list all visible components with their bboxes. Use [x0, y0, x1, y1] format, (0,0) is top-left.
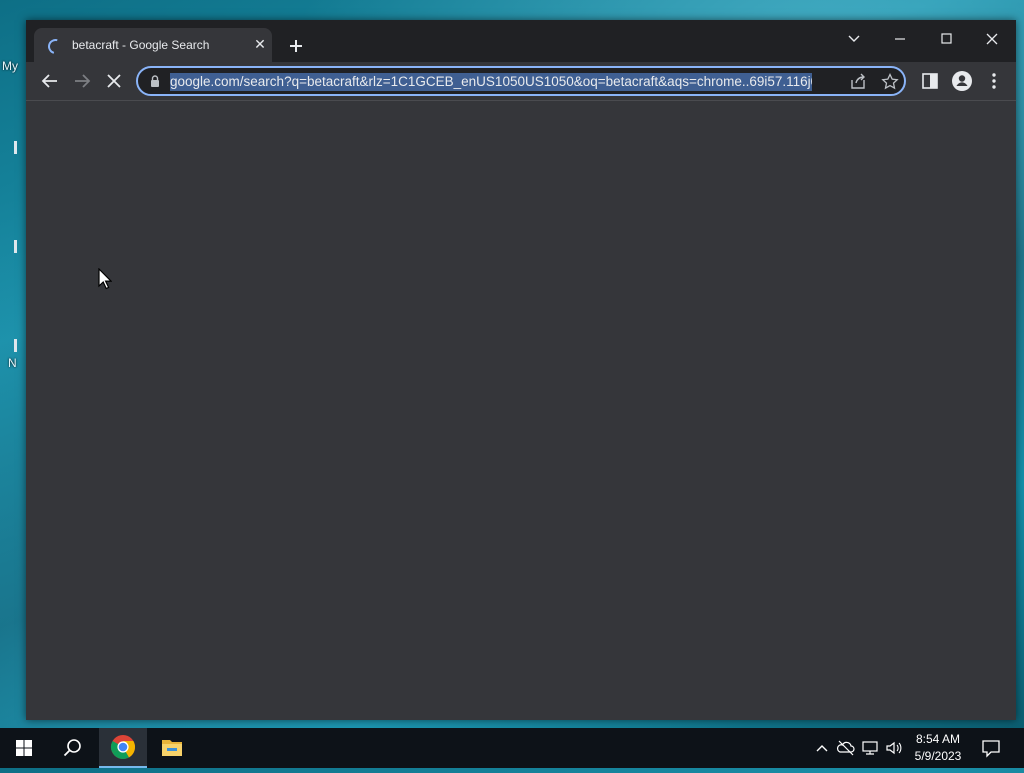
more-vertical-icon [992, 73, 996, 89]
close-icon [107, 74, 121, 88]
back-button[interactable] [38, 69, 62, 93]
search-icon [63, 739, 81, 757]
network-icon[interactable] [860, 738, 880, 758]
onedrive-offline-icon[interactable] [836, 738, 856, 758]
stop-loading-button[interactable] [102, 69, 126, 93]
desktop-icon-fragment [14, 339, 17, 352]
browser-toolbar: google.com/search?q=betacraft&rlz=1C1GCE… [26, 62, 1016, 100]
clock-date: 5/9/2023 [914, 749, 962, 763]
clock-time: 8:54 AM [915, 732, 961, 746]
chevron-up-icon[interactable] [812, 738, 832, 758]
tab-active[interactable]: betacraft - Google Search ✕ [34, 28, 272, 62]
arrow-right-icon [75, 74, 91, 88]
desktop-icon-label-fragment[interactable]: N [8, 356, 17, 370]
desktop-icon-fragment [14, 240, 17, 253]
close-tab-button[interactable]: ✕ [250, 34, 270, 54]
side-panel-button[interactable] [918, 69, 942, 93]
loading-spinner-icon [45, 36, 66, 57]
address-bar[interactable]: google.com/search?q=betacraft&rlz=1C1GCE… [136, 66, 906, 96]
tab-title: betacraft - Google Search [72, 38, 210, 52]
windows-logo-icon [16, 740, 32, 756]
forward-button[interactable] [70, 69, 94, 93]
desktop-icon-fragment [14, 141, 17, 154]
desktop-icon-label-fragment[interactable]: My [2, 59, 18, 73]
system-clock[interactable]: 8:54 AM 5/9/2023 [906, 731, 970, 765]
folder-icon [162, 740, 182, 756]
profile-button[interactable] [950, 69, 974, 93]
star-icon[interactable] [880, 72, 900, 92]
share-icon[interactable] [848, 72, 868, 92]
tab-search-button[interactable] [831, 24, 877, 52]
maximize-icon [941, 33, 952, 44]
browser-window: betacraft - Google Search ✕ google.com/s… [26, 20, 1016, 720]
new-tab-button[interactable] [284, 34, 308, 58]
start-button[interactable] [0, 728, 48, 768]
close-icon [986, 33, 998, 45]
profile-icon [952, 71, 972, 91]
taskbar-search-button[interactable] [48, 728, 96, 768]
minimize-button[interactable] [877, 24, 923, 52]
taskbar-chrome-button[interactable] [99, 728, 147, 768]
mouse-cursor-icon [98, 268, 112, 290]
menu-button[interactable] [982, 69, 1006, 93]
taskbar: 8:54 AM 5/9/2023 [0, 728, 1024, 768]
taskbar-file-explorer-button[interactable] [148, 728, 196, 768]
arrow-left-icon [41, 74, 57, 88]
url-text[interactable]: google.com/search?q=betacraft&rlz=1C1GCE… [170, 73, 812, 91]
chevron-down-icon [848, 35, 860, 42]
maximize-button[interactable] [923, 24, 969, 52]
volume-icon[interactable] [884, 738, 904, 758]
lock-icon [151, 75, 159, 87]
tab-strip: betacraft - Google Search ✕ [26, 20, 1016, 62]
minimize-icon [895, 38, 905, 40]
chrome-icon [110, 735, 136, 760]
plus-icon [290, 40, 302, 52]
page-content-area[interactable] [26, 100, 1016, 720]
close-window-button[interactable] [969, 24, 1015, 52]
notification-center-icon[interactable] [980, 737, 1002, 759]
side-panel-icon [922, 73, 938, 89]
